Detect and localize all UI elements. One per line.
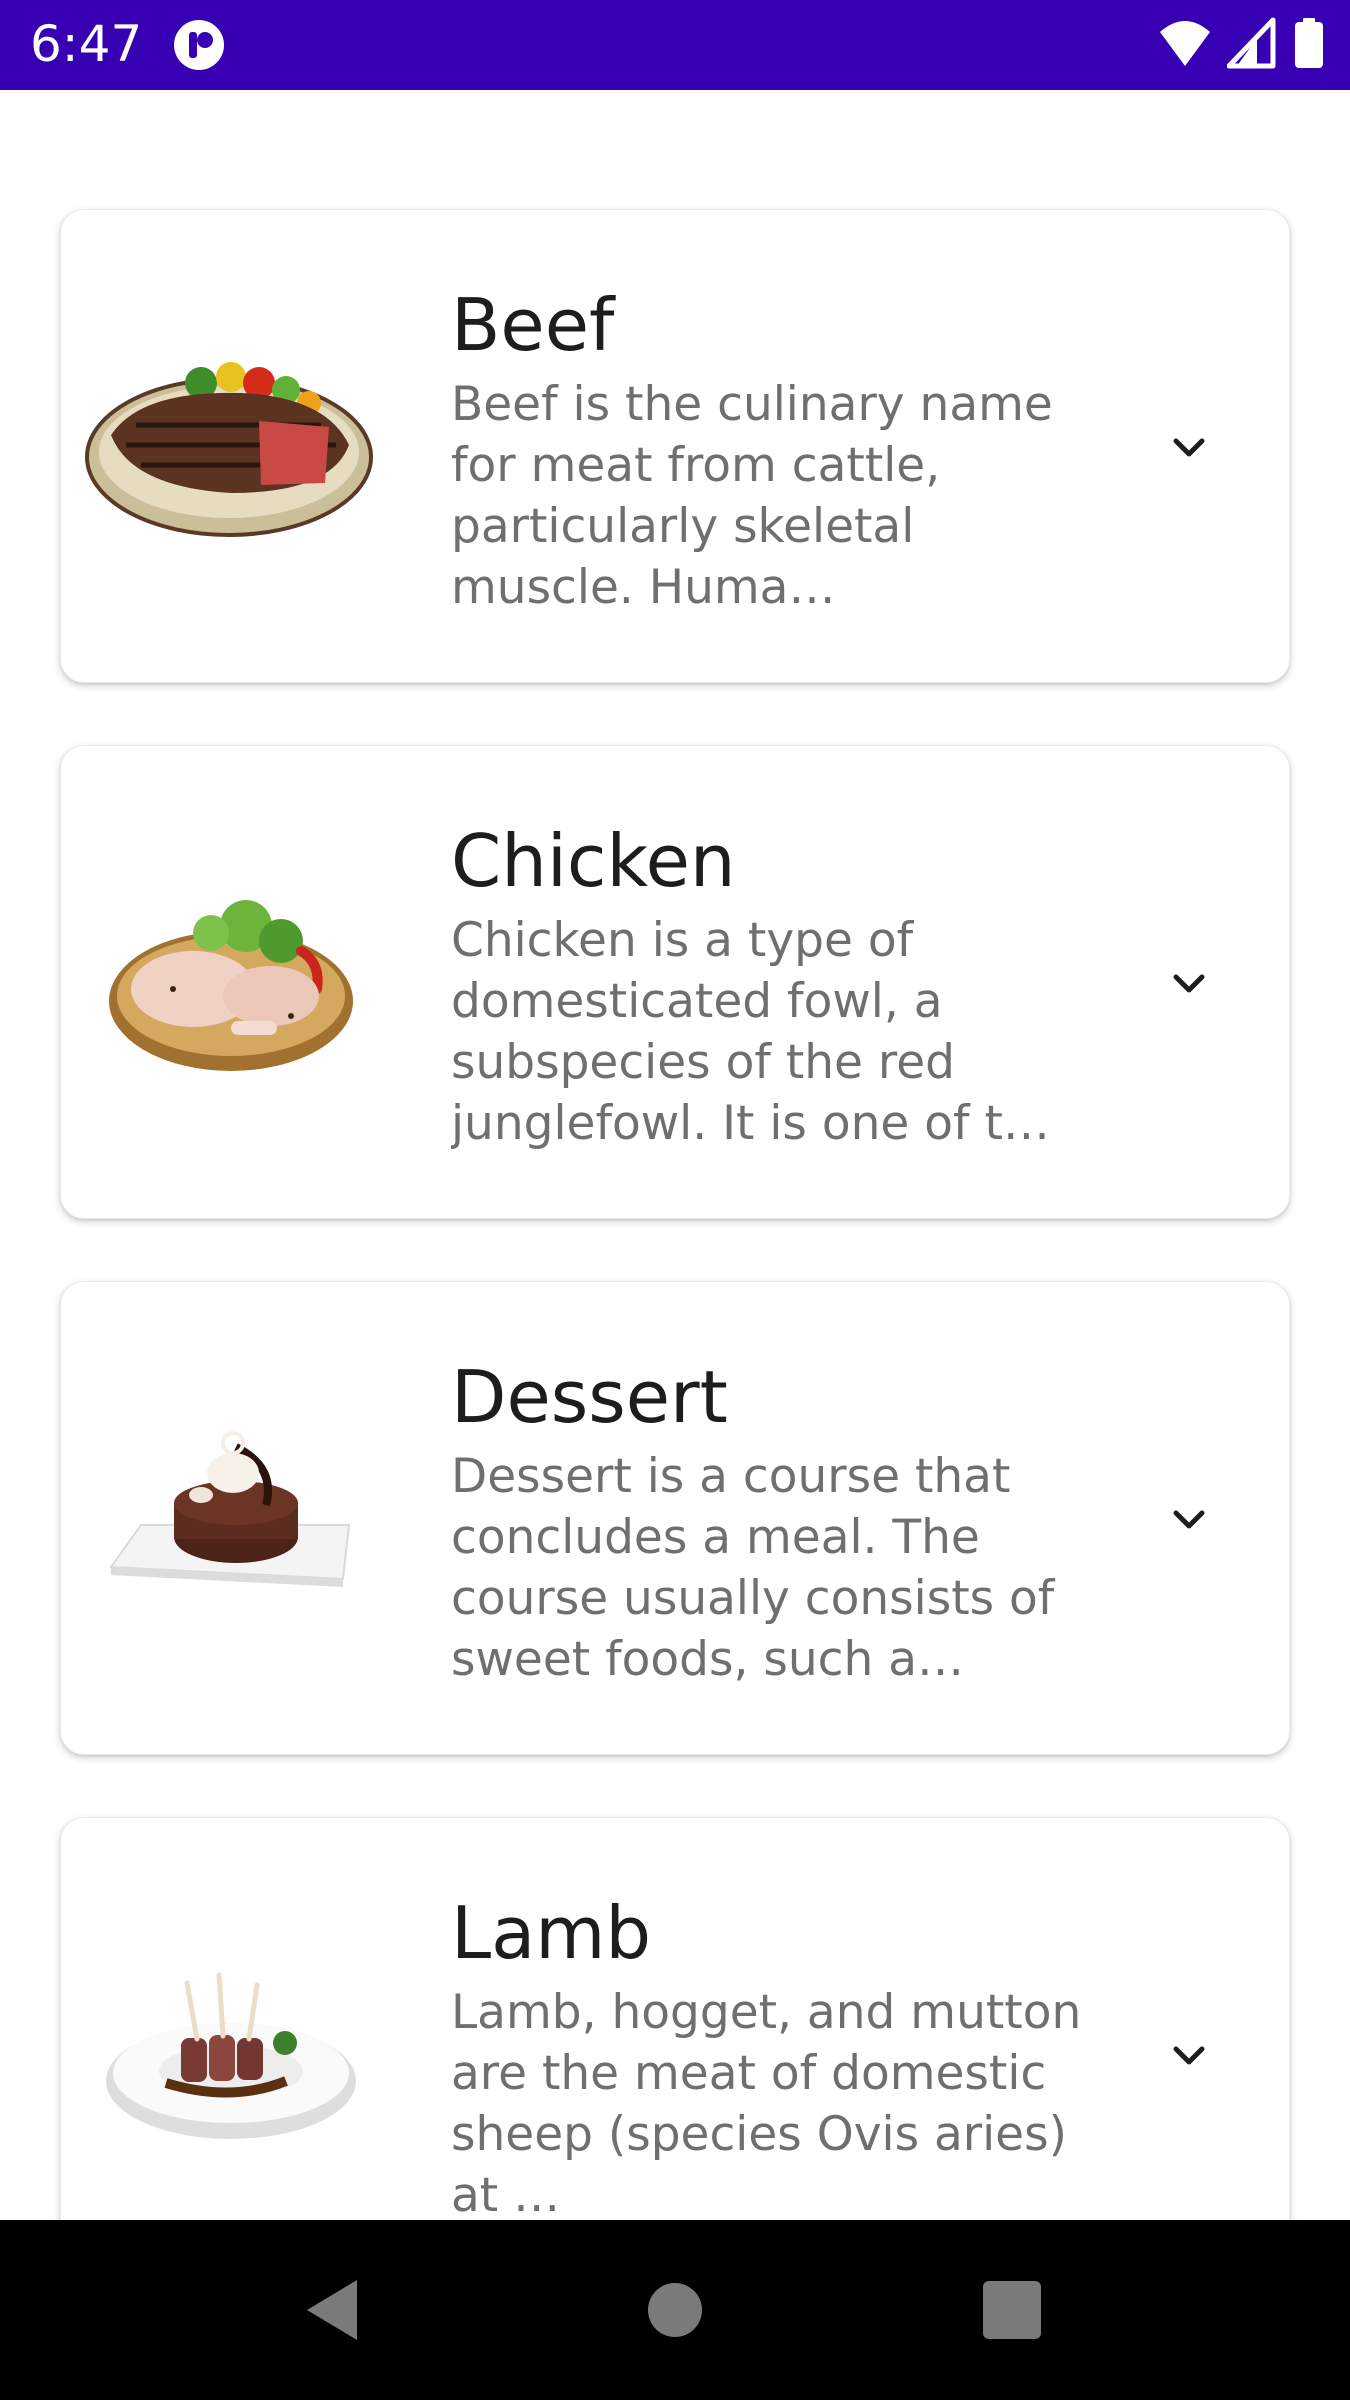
category-card-lamb[interactable]: Lamb Lamb, hogget, and mutton are the me…: [60, 1817, 1290, 2220]
category-description: Lamb, hogget, and mutton are the meat of…: [451, 1985, 1082, 2220]
beef-image: [85, 362, 373, 537]
category-description: Dessert is a course that concludes a mea…: [451, 1449, 1055, 1687]
category-title: Lamb: [451, 1891, 652, 1975]
category-card-beef[interactable]: Beef Beef is the culinary name for meat …: [60, 209, 1290, 683]
chicken-image: [109, 900, 353, 1071]
chevron-down-icon[interactable]: [1159, 417, 1219, 477]
signal-icon: [1226, 17, 1276, 69]
category-list[interactable]: Beef Beef is the culinary name for meat …: [0, 90, 1350, 2220]
category-card-chicken[interactable]: Chicken Chicken is a type of domesticate…: [60, 745, 1290, 1219]
home-icon[interactable]: [635, 2270, 715, 2350]
back-icon[interactable]: [295, 2270, 375, 2350]
status-time: 6:47: [30, 15, 143, 73]
category-description: Chicken is a type of domesticated fowl, …: [451, 913, 1050, 1151]
category-title: Beef: [451, 283, 615, 367]
lamb-image: [106, 1972, 356, 2139]
dessert-image: [109, 1431, 351, 1587]
wifi-icon: [1159, 21, 1210, 66]
app-notification-icon: [172, 18, 226, 76]
status-bar: 6:47: [0, 0, 1350, 90]
chevron-down-icon[interactable]: [1159, 953, 1219, 1013]
chevron-down-icon[interactable]: [1159, 2025, 1219, 2085]
navigation-bar: [0, 2220, 1350, 2400]
chevron-down-icon[interactable]: [1159, 1489, 1219, 1549]
recents-icon[interactable]: [972, 2270, 1052, 2350]
category-title: Chicken: [451, 819, 736, 903]
battery-icon: [1295, 18, 1323, 68]
category-title: Dessert: [451, 1355, 728, 1439]
category-description: Beef is the culinary name for meat from …: [451, 377, 1053, 615]
category-card-dessert[interactable]: Dessert Dessert is a course that conclud…: [60, 1281, 1290, 1755]
status-icons: [1148, 16, 1326, 70]
